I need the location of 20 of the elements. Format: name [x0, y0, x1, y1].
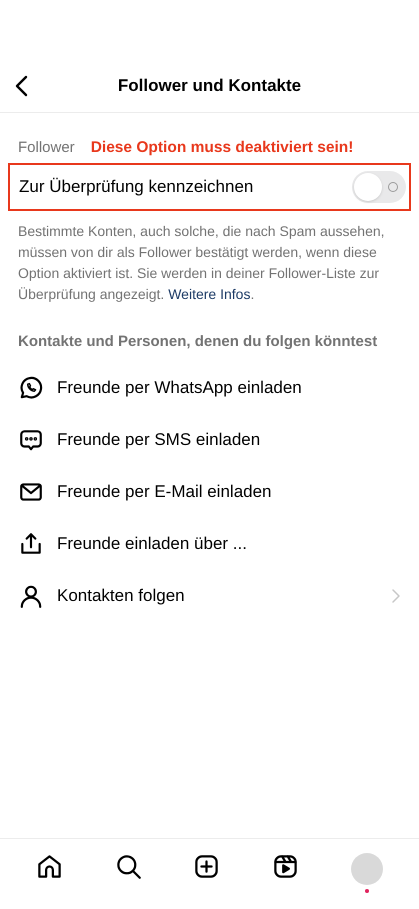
- menu-item[interactable]: Freunde einladen über ...: [0, 518, 419, 570]
- more-info-link[interactable]: Weitere Infos: [168, 286, 250, 302]
- page-title: Follower und Kontakte: [118, 75, 302, 98]
- toggle-switch[interactable]: [352, 171, 406, 203]
- menu-item[interactable]: Freunde per WhatsApp einladen: [0, 362, 419, 414]
- section-label: Kontakte und Personen, denen du folgen könntest: [17, 332, 378, 352]
- home-tab[interactable]: [36, 853, 63, 880]
- chevron-right-icon: [391, 588, 401, 604]
- create-tab[interactable]: [193, 853, 220, 880]
- description-text: Bestimmte Konten, auch solche, die nach Spam aussehen, müssen von dir als Follower bestätigt werden, wenn diese Option aktiviert ist. Sie werden in deiner Follower-Liste zur Überprüfung angezeigt. Weitere Infos.: [17, 222, 386, 304]
- menu-item[interactable]: Kontakten folgen: [0, 570, 419, 622]
- annotation-text: Diese Option muss deaktiviert sein!: [90, 138, 354, 158]
- person-icon: [18, 582, 44, 608]
- section-label: Follower: [18, 138, 75, 158]
- chat-phone-icon: [18, 374, 44, 400]
- reels-tab[interactable]: [272, 853, 300, 880]
- menu-item[interactable]: Freunde per SMS einladen: [0, 414, 419, 466]
- search-tab[interactable]: [114, 853, 142, 880]
- menu-item[interactable]: Freunde per E-Mail einladen: [0, 466, 419, 518]
- toggle-label: Zur Überprüfung kennzeichnen: [19, 176, 254, 198]
